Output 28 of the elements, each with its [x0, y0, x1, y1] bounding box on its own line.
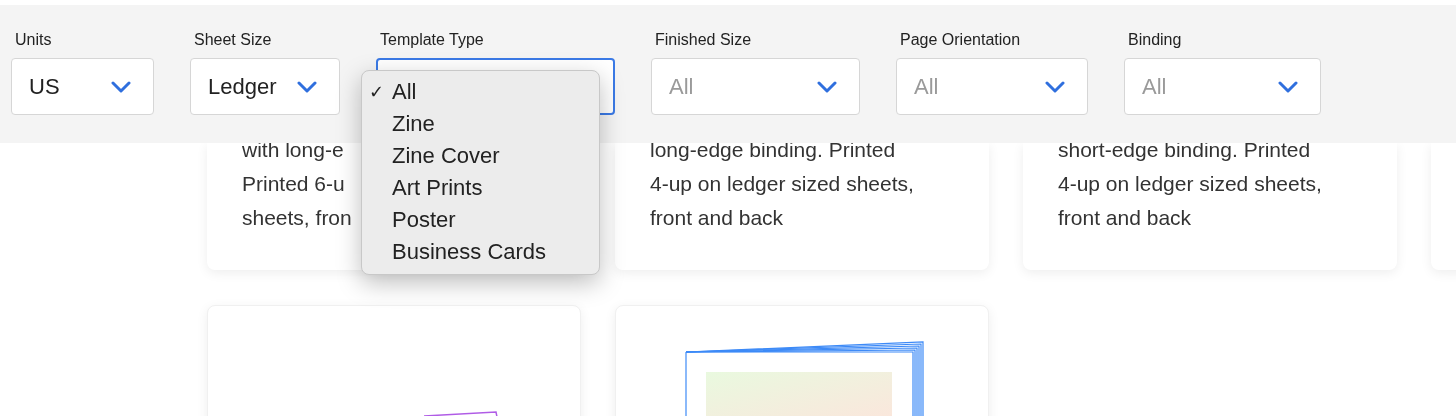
- menu-option[interactable]: Art Prints: [362, 172, 599, 204]
- card-description: 4-up on ledger sized sheets,: [650, 171, 914, 197]
- chevron-down-icon: [1045, 80, 1065, 93]
- filter-label: Template Type: [379, 30, 485, 50]
- menu-option[interactable]: Poster: [362, 204, 599, 236]
- card-description: front and back: [650, 205, 784, 231]
- card-description: 4-up on ledger sized sheets,: [1058, 171, 1322, 197]
- card-description: Printed 6-u: [242, 171, 345, 197]
- card-description: sheets, fron: [242, 205, 352, 231]
- template-card[interactable]: [615, 305, 989, 416]
- menu-option[interactable]: ✓ All: [362, 76, 599, 108]
- filter-label: Page Orientation: [899, 30, 1022, 50]
- card-description: front and back: [1058, 205, 1192, 231]
- filter-label: Sheet Size: [193, 30, 273, 50]
- filter-label: Binding: [1127, 30, 1183, 50]
- select-field[interactable]: US: [11, 58, 154, 115]
- select-field[interactable]: Ledger: [190, 58, 340, 115]
- chevron-down-icon: [1278, 80, 1298, 93]
- menu-option[interactable]: Business Cards: [362, 236, 599, 268]
- filter-label: Finished Size: [654, 30, 753, 50]
- check-mark: ✓: [369, 81, 384, 104]
- chevron-down-icon: [297, 80, 317, 93]
- filter-label: Units: [14, 30, 53, 50]
- chevron-down-icon: [111, 80, 131, 93]
- chevron-down-icon: [817, 80, 837, 93]
- menu-option[interactable]: Zine Cover: [362, 140, 599, 172]
- menu-option[interactable]: Zine: [362, 108, 599, 140]
- template-card[interactable]: [207, 305, 581, 416]
